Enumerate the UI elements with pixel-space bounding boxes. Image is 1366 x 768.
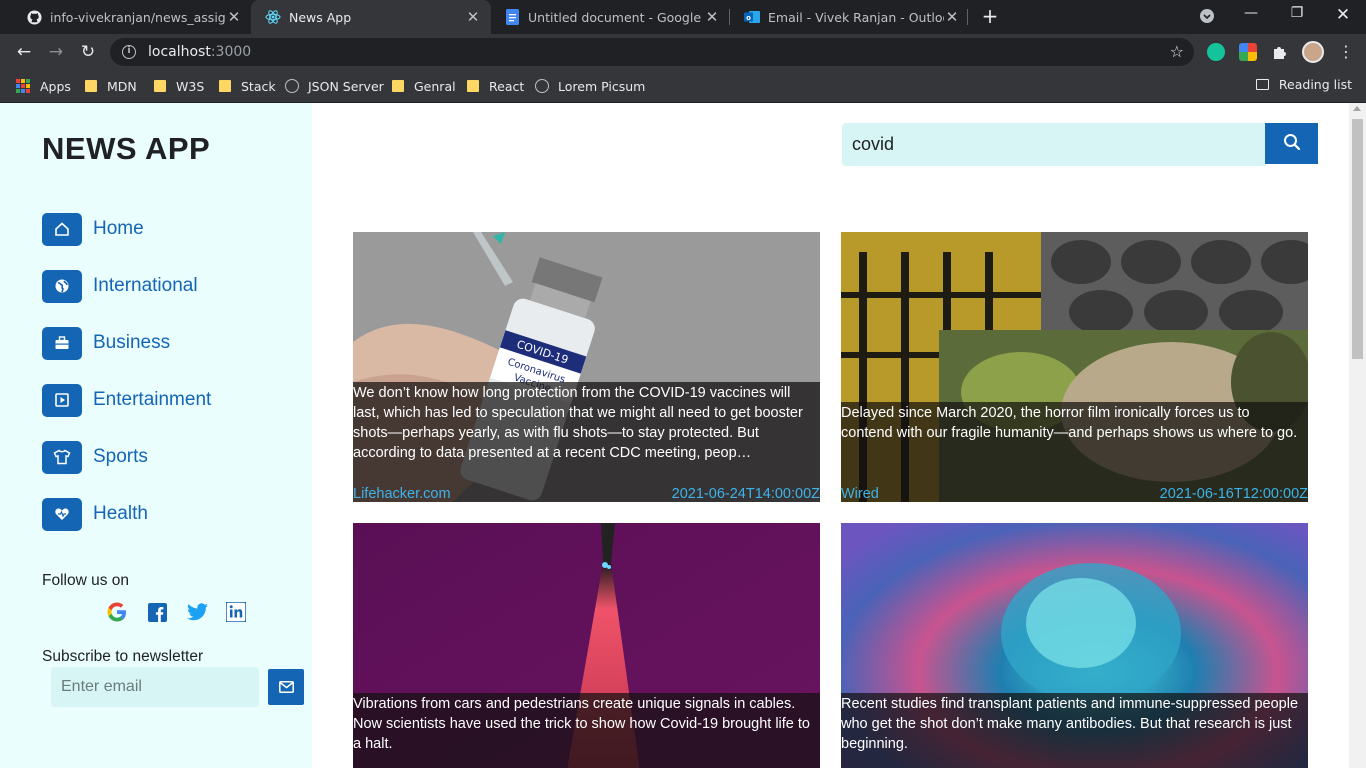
tab-title: News App bbox=[289, 9, 352, 25]
bookmark-lorem-picsum[interactable]: Lorem Picsum bbox=[535, 77, 645, 95]
newsletter-email-input[interactable] bbox=[51, 667, 259, 707]
browser-toolbar: ← → ↻ i localhost:3000 ☆ ⋮ bbox=[0, 34, 1366, 70]
tab-title: Email - Vivek Ranjan - Outlook bbox=[768, 9, 944, 25]
bookmark-mdn[interactable]: MDN bbox=[85, 77, 137, 95]
search-button[interactable] bbox=[1265, 123, 1318, 164]
outlook-icon: o bbox=[744, 9, 760, 25]
color-picker-extension-icon[interactable] bbox=[1239, 43, 1257, 61]
article-description: Delayed since March 2020, the horror fil… bbox=[841, 405, 1298, 441]
bookmark-apps[interactable]: Apps bbox=[16, 77, 71, 95]
svg-text:o: o bbox=[746, 14, 751, 22]
news-card[interactable]: Recent studies find transplant patients … bbox=[841, 523, 1308, 768]
bookmark-genral[interactable]: Genral bbox=[392, 77, 456, 95]
back-icon[interactable]: ← bbox=[13, 41, 35, 63]
apps-grid-icon bbox=[16, 79, 30, 93]
minimize-icon[interactable]: — bbox=[1241, 5, 1261, 21]
tab-title: Untitled document - Google Docs bbox=[528, 9, 704, 25]
close-tab-icon[interactable]: ✕ bbox=[704, 8, 720, 26]
nav-item-sports[interactable]: Sports bbox=[42, 440, 148, 474]
reload-icon[interactable]: ↻ bbox=[77, 41, 99, 63]
home-icon bbox=[42, 212, 82, 246]
tab-search-icon[interactable] bbox=[1197, 8, 1217, 28]
bookmark-stack[interactable]: Stack bbox=[219, 77, 276, 95]
bookmarks-bar: Apps MDN W3S Stack JSON Server Genral Re… bbox=[0, 70, 1366, 103]
close-tab-icon[interactable]: ✕ bbox=[944, 8, 960, 26]
article-source[interactable]: Wired bbox=[841, 486, 879, 502]
folder-icon bbox=[154, 80, 166, 92]
nav-item-entertainment[interactable]: Entertainment bbox=[42, 383, 211, 417]
facebook-icon[interactable] bbox=[145, 600, 169, 624]
article-description: We don’t know how long protection from t… bbox=[353, 385, 803, 461]
globe-icon bbox=[535, 79, 549, 93]
play-icon bbox=[42, 383, 82, 417]
article-description: Recent studies find transplant patients … bbox=[841, 696, 1299, 752]
url-text: localhost:3000 bbox=[148, 44, 252, 60]
folder-icon bbox=[467, 80, 479, 92]
mail-icon bbox=[278, 678, 294, 697]
reading-list-button[interactable]: Reading list bbox=[1255, 77, 1352, 92]
extensions-puzzle-icon[interactable] bbox=[1271, 43, 1289, 61]
address-bar[interactable]: i localhost:3000 ☆ bbox=[110, 38, 1194, 66]
bookmark-react[interactable]: React bbox=[467, 77, 524, 95]
tab-github[interactable]: info-vivekranjan/news_assignment ✕ bbox=[12, 0, 252, 34]
close-tab-icon[interactable]: ✕ bbox=[465, 8, 481, 26]
maximize-icon[interactable]: ❐ bbox=[1287, 5, 1307, 21]
bookmark-star-icon[interactable]: ☆ bbox=[1170, 42, 1184, 61]
close-window-icon[interactable]: ✕ bbox=[1333, 5, 1353, 25]
google-icon[interactable] bbox=[105, 600, 129, 624]
heart-icon bbox=[42, 497, 82, 531]
search-input[interactable] bbox=[842, 123, 1266, 166]
article-description: Vibrations from cars and pedestrians cre… bbox=[353, 696, 810, 752]
nav-item-health[interactable]: Health bbox=[42, 497, 148, 531]
sidebar: NEWS APP Home International Business Ent… bbox=[0, 103, 312, 768]
nav-item-international[interactable]: International bbox=[42, 269, 198, 303]
folder-icon bbox=[85, 80, 97, 92]
tab-outlook[interactable]: o Email - Vivek Ranjan - Outlook ✕ bbox=[730, 0, 970, 34]
close-tab-icon[interactable]: ✕ bbox=[226, 8, 242, 26]
follow-us-label: Follow us on bbox=[42, 572, 130, 589]
react-icon bbox=[265, 9, 281, 25]
briefcase-icon bbox=[42, 326, 82, 360]
browser-tab-strip: info-vivekranjan/news_assignment ✕ News … bbox=[0, 0, 1366, 34]
nav-item-business[interactable]: Business bbox=[42, 326, 170, 360]
newsletter-submit-button[interactable] bbox=[268, 669, 304, 705]
tshirt-icon bbox=[42, 440, 82, 474]
page-viewport: NEWS APP Home International Business Ent… bbox=[0, 103, 1366, 768]
tab-separator bbox=[967, 9, 968, 25]
article-date: 2021-06-24T14:00:00Z bbox=[671, 486, 820, 502]
folder-icon bbox=[219, 80, 231, 92]
more-menu-icon[interactable]: ⋮ bbox=[1335, 41, 1357, 63]
article-date: 2021-06-16T12:00:00Z bbox=[1159, 486, 1308, 502]
linkedin-icon[interactable] bbox=[224, 600, 248, 624]
reading-list-icon bbox=[1255, 79, 1269, 90]
tab-title: info-vivekranjan/news_assignment bbox=[50, 9, 226, 25]
bookmark-w3s[interactable]: W3S bbox=[154, 77, 204, 95]
globe-icon bbox=[42, 269, 82, 303]
article-source[interactable]: Lifehacker.com bbox=[353, 486, 451, 502]
tab-google-docs[interactable]: Untitled document - Google Docs ✕ bbox=[490, 0, 730, 34]
grammarly-icon[interactable] bbox=[1207, 43, 1225, 61]
github-icon bbox=[26, 9, 42, 25]
search-icon bbox=[1283, 133, 1301, 155]
bookmark-json-server[interactable]: JSON Server bbox=[285, 77, 384, 95]
page-scrollbar[interactable] bbox=[1349, 103, 1366, 768]
app-logo: NEWS APP bbox=[42, 131, 211, 166]
newsletter-label: Subscribe to newsletter bbox=[42, 648, 204, 665]
tab-news-app[interactable]: News App ✕ bbox=[251, 0, 491, 34]
globe-icon bbox=[285, 79, 299, 93]
nav-item-home[interactable]: Home bbox=[42, 212, 144, 246]
news-card[interactable]: COVID-19 Coronavirus Vaccine We don’t kn… bbox=[353, 232, 820, 502]
site-info-icon[interactable]: i bbox=[122, 45, 136, 59]
scrollbar-thumb[interactable] bbox=[1352, 119, 1363, 359]
new-tab-button[interactable]: + bbox=[978, 4, 1002, 28]
folder-icon bbox=[392, 80, 404, 92]
profile-avatar[interactable] bbox=[1302, 41, 1324, 63]
twitter-icon[interactable] bbox=[185, 600, 209, 624]
scroll-up-arrow-icon[interactable] bbox=[1353, 106, 1361, 111]
google-docs-icon bbox=[504, 9, 520, 25]
news-card[interactable]: Vibrations from cars and pedestrians cre… bbox=[353, 523, 820, 768]
forward-icon[interactable]: → bbox=[45, 41, 67, 63]
news-card[interactable]: Delayed since March 2020, the horror fil… bbox=[841, 232, 1308, 502]
